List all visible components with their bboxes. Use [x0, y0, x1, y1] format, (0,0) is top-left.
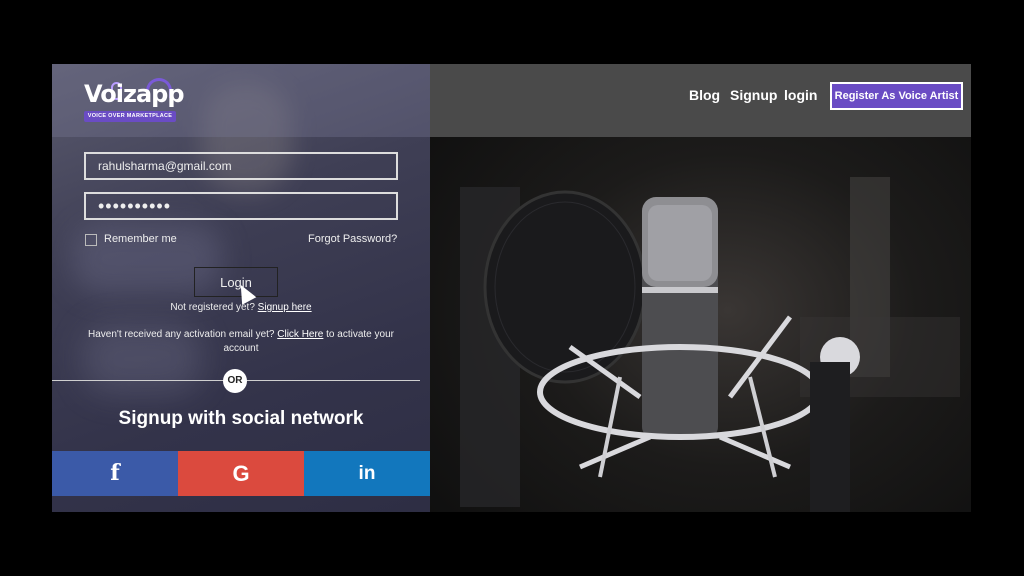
register-voice-artist-button[interactable]: Register As Voice Artist	[830, 82, 963, 110]
social-signup-title: Signup with social network	[118, 408, 364, 429]
linkedin-icon: in	[358, 463, 376, 484]
click-here-link[interactable]: Click Here	[277, 329, 323, 340]
password-field[interactable]	[84, 192, 398, 220]
login-panel: Voizapp VOICE OVER MARKETPLACE Remember …	[52, 64, 430, 512]
email-field[interactable]	[84, 152, 398, 180]
logo-tagline: VOICE OVER MARKETPLACE	[84, 111, 176, 122]
google-signup-button[interactable]: G	[178, 451, 304, 496]
remember-me-label: Remember me	[104, 233, 177, 245]
nav-signup-link[interactable]: Signup	[730, 87, 777, 103]
facebook-signup-button[interactable]: f	[52, 451, 178, 496]
google-icon: G	[232, 461, 250, 486]
app-frame: Voizapp VOICE OVER MARKETPLACE Remember …	[52, 64, 971, 512]
nav-login-link[interactable]: login	[784, 87, 817, 103]
or-badge: OR	[223, 369, 247, 393]
logo-text: Voizapp	[84, 80, 184, 108]
facebook-icon: f	[110, 460, 120, 486]
activation-prompt: Haven't received any activation email ye…	[80, 328, 402, 356]
signup-prompt: Not registered yet? Signup here	[52, 302, 430, 313]
signup-here-link[interactable]: Signup here	[258, 302, 312, 313]
not-registered-text: Not registered yet?	[170, 302, 255, 313]
microphone-image	[460, 177, 960, 512]
forgot-password-link[interactable]: Forgot Password?	[308, 233, 397, 245]
nav-blog-link[interactable]: Blog	[689, 87, 720, 103]
linkedin-signup-button[interactable]: in	[304, 451, 430, 496]
remember-me-checkbox[interactable]	[85, 234, 97, 246]
brand-logo[interactable]: Voizapp VOICE OVER MARKETPLACE	[84, 78, 184, 126]
activation-prefix-text: Haven't received any activation email ye…	[88, 329, 275, 340]
